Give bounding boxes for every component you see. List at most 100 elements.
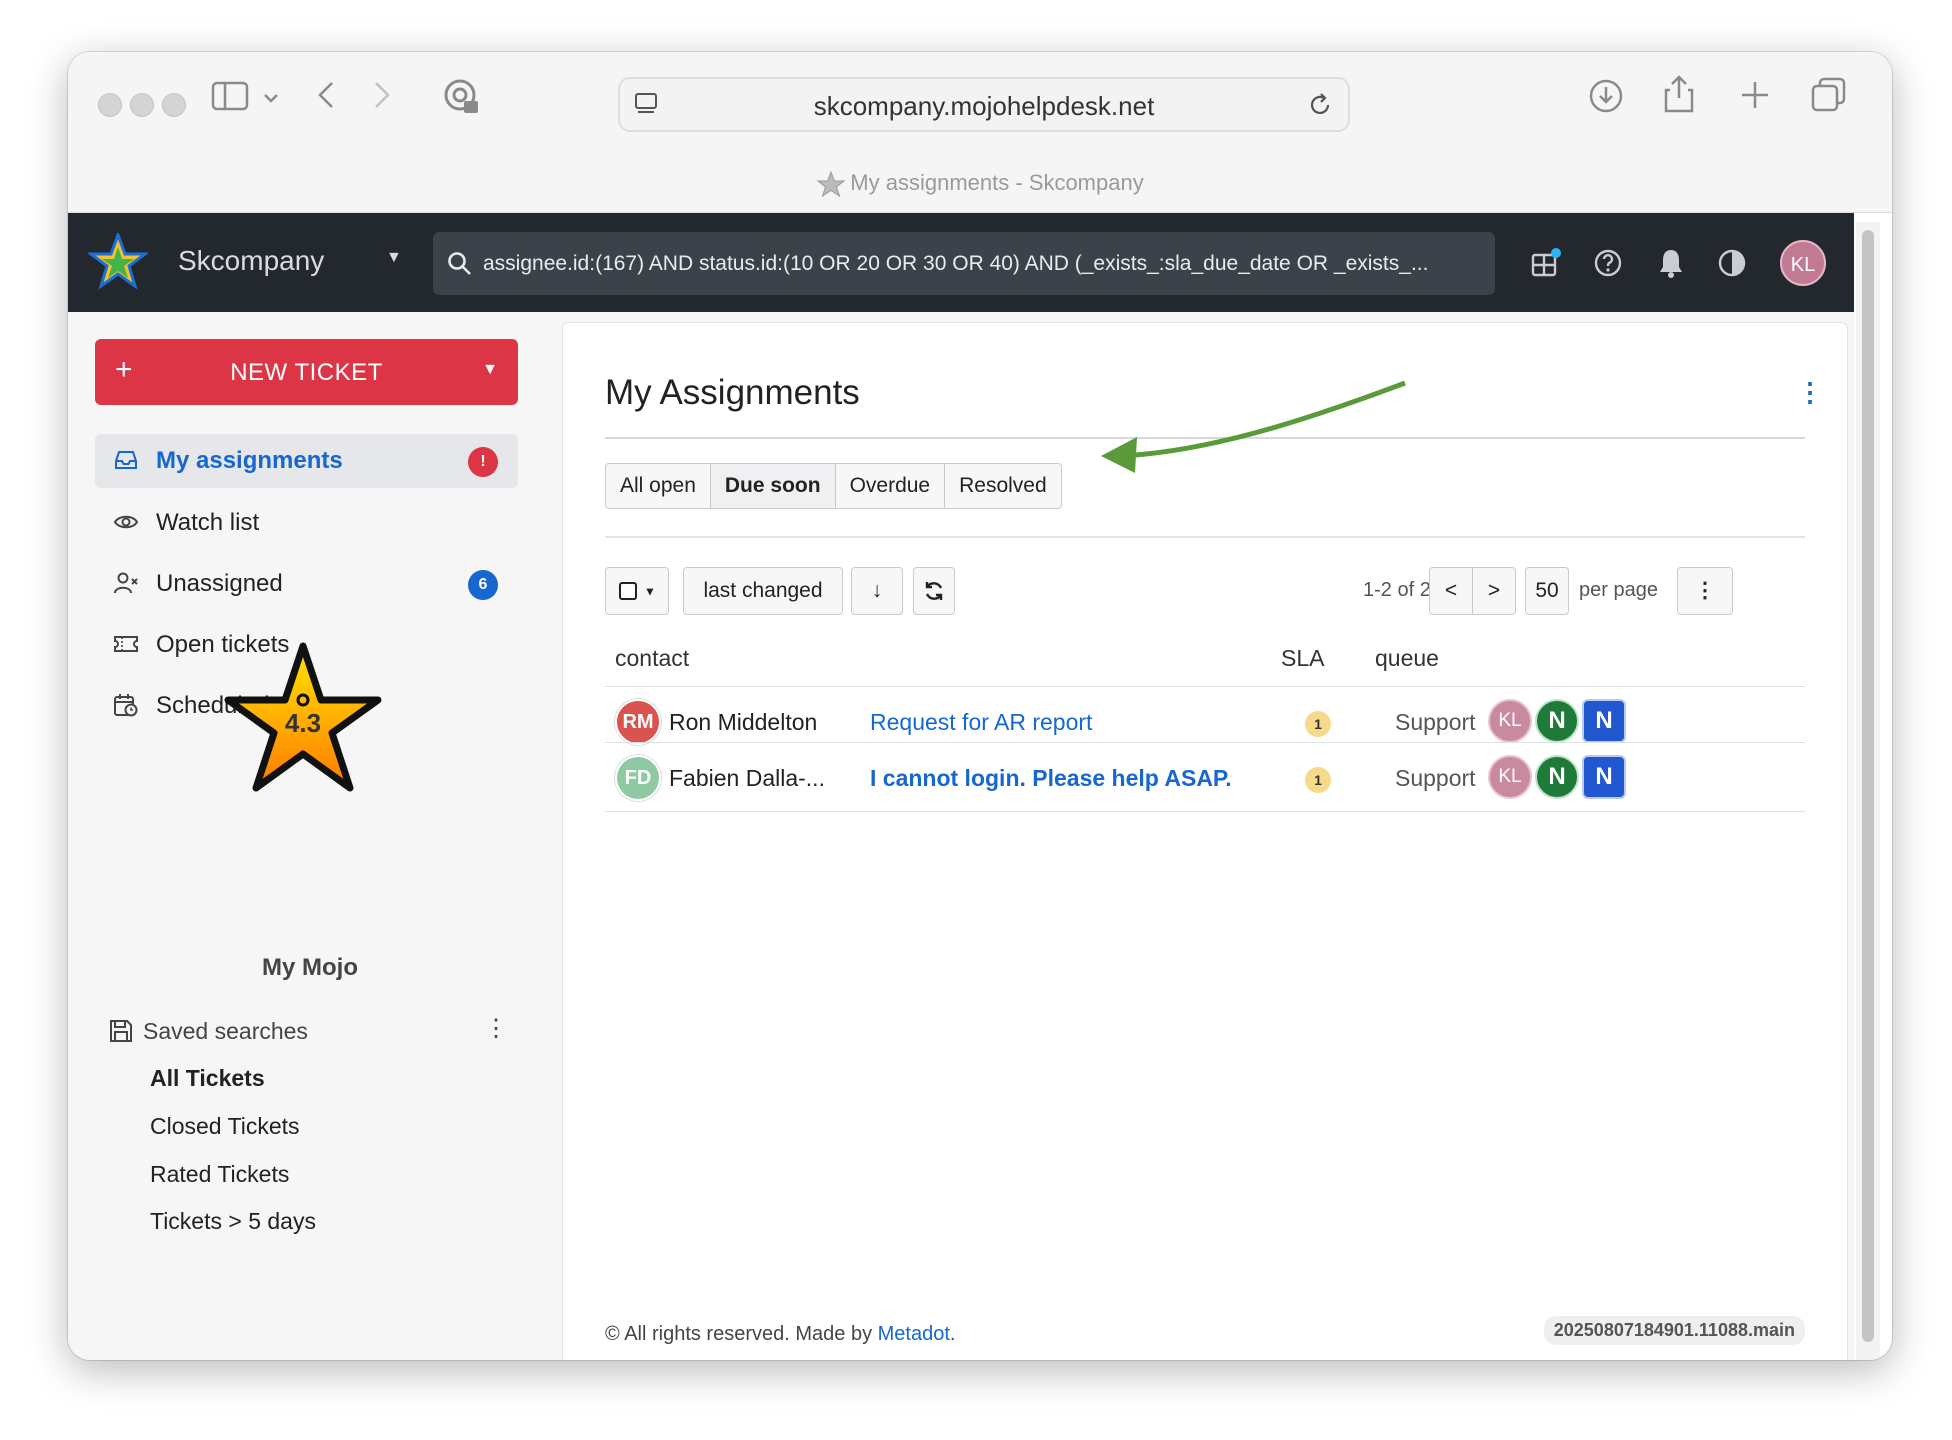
alert-badge: ! [468, 447, 498, 477]
assignee-avatar[interactable]: KL [1488, 699, 1532, 743]
sla-badge: 1 [1305, 767, 1331, 793]
company-dropdown-icon[interactable]: ▼ [386, 249, 402, 267]
table-row[interactable]: FD Fabien Dalla-... I cannot login. Plea… [605, 742, 1805, 812]
mojo-score: 4.3 [285, 708, 321, 738]
column-header-sla[interactable]: SLA [1281, 645, 1324, 672]
eye-icon [113, 515, 139, 529]
new-tab-icon[interactable] [1738, 78, 1772, 112]
save-disk-icon [110, 1020, 132, 1042]
metadot-link[interactable]: Metadot [878, 1323, 950, 1345]
sla-badge: 1 [1305, 711, 1331, 737]
mojo-star[interactable]: 4.3 [223, 642, 383, 792]
select-all-dropdown[interactable]: ▼ [605, 567, 669, 615]
zoom-window-button[interactable] [162, 93, 186, 117]
browser-window: skcompany.mojohelpdesk.net My assignment… [68, 52, 1892, 1360]
assignee-avatar[interactable]: N [1582, 699, 1626, 743]
chevron-down-icon[interactable] [261, 88, 281, 108]
share-icon[interactable] [1662, 74, 1696, 114]
privacy-report-icon[interactable] [442, 77, 482, 117]
user-avatar[interactable]: KL [1780, 240, 1826, 286]
notifications-bell-icon[interactable] [1656, 247, 1686, 279]
tab-title[interactable]: My assignments - Skcompany [68, 170, 1892, 198]
saved-search-all-tickets[interactable]: All Tickets [150, 1065, 265, 1092]
user-x-icon [114, 572, 138, 594]
caret-down-icon[interactable]: ▼ [482, 361, 498, 379]
favicon-star-icon [816, 170, 846, 198]
search-input[interactable]: assignee.id:(167) AND status.id:(10 OR 2… [433, 232, 1495, 295]
sidebar-item-unassigned[interactable]: Unassigned 6 [95, 557, 518, 611]
back-icon[interactable] [314, 80, 338, 110]
ticket-subject-link[interactable]: I cannot login. Please help ASAP. [870, 765, 1232, 792]
annotation-arrow-icon [1101, 380, 1406, 473]
forward-icon[interactable] [370, 80, 394, 110]
tab-title-text: My assignments - Skcompany [850, 170, 1144, 195]
sidebar-item-my-assignments[interactable]: My assignments ! [95, 434, 518, 488]
footer-end: . [949, 1323, 956, 1345]
tab-overdue[interactable]: Overdue [835, 464, 946, 508]
contact-avatar: RM [615, 699, 661, 745]
assignments-card: My Assignments ⋮ All open Due soon Overd… [562, 322, 1848, 1360]
divider [605, 536, 1805, 538]
main-area: My Assignments ⋮ All open Due soon Overd… [552, 312, 1854, 1360]
more-options-icon[interactable]: ⋮ [1797, 377, 1823, 408]
refresh-icon [925, 582, 943, 601]
url-text: skcompany.mojohelpdesk.net [813, 91, 1155, 121]
list-options-button[interactable]: ⋮ [1677, 567, 1733, 615]
calendar-clock-icon [114, 694, 138, 717]
minimize-window-button[interactable] [130, 93, 154, 117]
inbox-icon [115, 451, 137, 469]
sidebar-item-label: Unassigned [156, 570, 283, 597]
footer: © All rights reserved. Made by Metadot. [605, 1323, 955, 1346]
tab-due-soon[interactable]: Due soon [710, 464, 836, 508]
filter-tabs: All open Due soon Overdue Resolved [605, 463, 1062, 509]
count-badge: 6 [468, 570, 498, 600]
help-icon[interactable] [1592, 247, 1624, 279]
sort-field-button[interactable]: last changed [683, 567, 843, 615]
sidebar-toggle-icon[interactable] [211, 81, 251, 111]
caret-down-icon: ▼ [644, 584, 656, 599]
sidebar-item-watch-list[interactable]: Watch list [95, 496, 518, 550]
per-page-select[interactable]: 50 [1525, 567, 1569, 615]
search-query-text: assignee.id:(167) AND status.id:(10 OR 2… [483, 252, 1429, 275]
search-icon [448, 252, 471, 275]
sort-direction-button[interactable]: ↓ [851, 567, 903, 615]
apps-grid-icon[interactable] [1530, 247, 1562, 279]
assignee-avatar[interactable]: N [1535, 755, 1579, 799]
prev-page-button[interactable]: < [1429, 567, 1473, 615]
saved-search-rated-tickets[interactable]: Rated Tickets [150, 1161, 289, 1188]
assignee-avatar[interactable]: N [1582, 755, 1626, 799]
tab-overview-icon[interactable] [1810, 76, 1848, 114]
assignee-avatar[interactable]: KL [1488, 755, 1532, 799]
new-ticket-button[interactable]: + NEW TICKET ▼ [95, 339, 518, 405]
tab-all-open[interactable]: All open [606, 464, 711, 508]
new-ticket-label: NEW TICKET [230, 359, 383, 386]
column-header-contact[interactable]: contact [615, 645, 689, 672]
assignee-avatar[interactable]: N [1535, 699, 1579, 743]
download-icon[interactable] [1588, 78, 1624, 114]
checkbox-icon[interactable] [618, 581, 638, 601]
logo-star-icon[interactable] [88, 233, 148, 291]
app-header: Skcompany ▼ assignee.id:(167) AND status… [68, 213, 1854, 312]
contact-avatar: FD [615, 755, 661, 801]
address-bar[interactable]: skcompany.mojohelpdesk.net [618, 77, 1350, 132]
contact-name[interactable]: Fabien Dalla-... [669, 765, 825, 792]
saved-searches-menu-icon[interactable]: ⋮ [484, 1014, 508, 1043]
scrollbar[interactable] [1856, 222, 1880, 1360]
theme-contrast-icon[interactable] [1716, 247, 1748, 279]
footer-text: © All rights reserved. Made by [605, 1323, 878, 1345]
contact-name[interactable]: Ron Middelton [669, 709, 817, 736]
ticket-subject-link[interactable]: Request for AR report [870, 709, 1092, 736]
ticket-icon [114, 636, 138, 652]
saved-search-closed-tickets[interactable]: Closed Tickets [150, 1113, 300, 1140]
saved-search-tickets-5-days[interactable]: Tickets > 5 days [150, 1208, 316, 1235]
tab-resolved[interactable]: Resolved [945, 464, 1061, 508]
reload-icon[interactable] [1306, 91, 1334, 119]
next-page-button[interactable]: > [1472, 567, 1516, 615]
saved-searches-header: Saved searches ⋮ [108, 1012, 518, 1052]
browser-toolbar: skcompany.mojohelpdesk.net My assignment… [68, 52, 1892, 213]
refresh-button[interactable] [913, 567, 955, 615]
company-name[interactable]: Skcompany [178, 245, 324, 277]
scrollbar-thumb[interactable] [1862, 230, 1874, 1342]
column-header-queue[interactable]: queue [1375, 645, 1439, 672]
close-window-button[interactable] [98, 93, 122, 117]
